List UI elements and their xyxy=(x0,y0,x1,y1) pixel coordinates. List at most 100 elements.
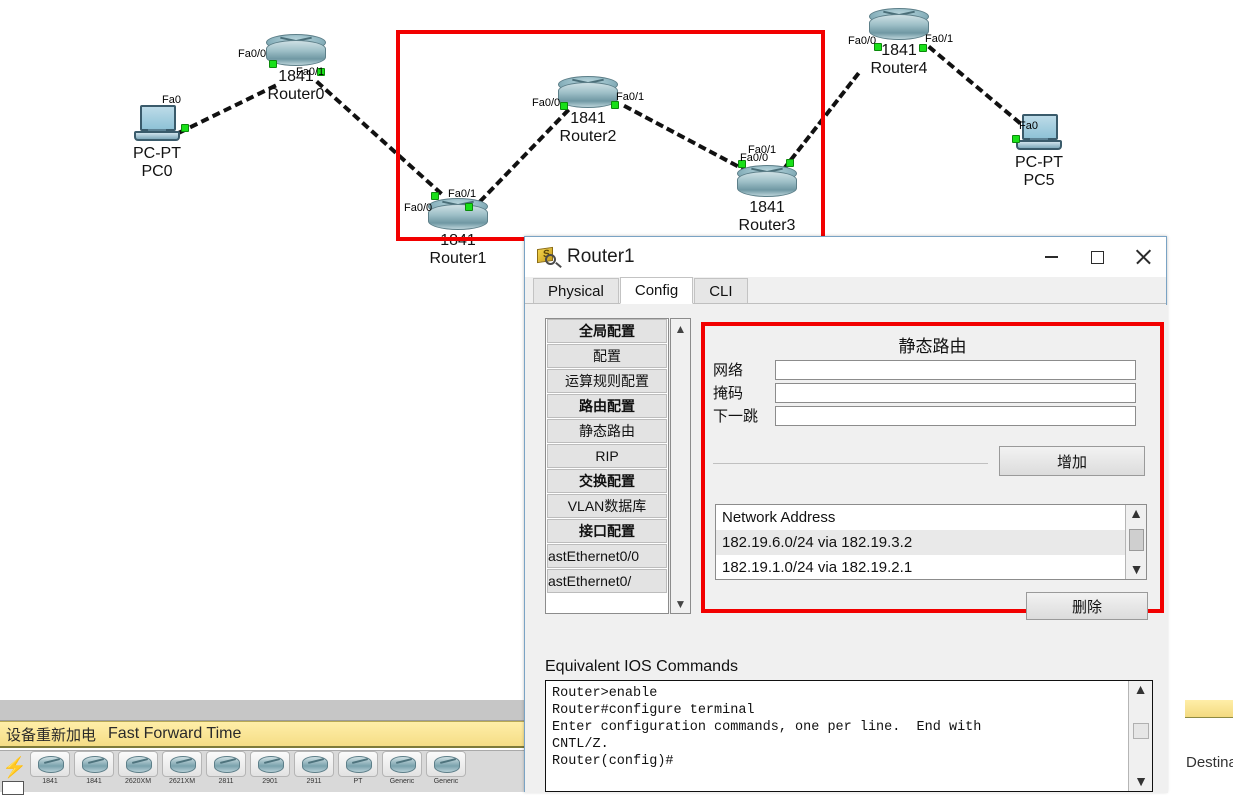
pc-icon xyxy=(134,105,180,145)
palette-item[interactable]: 2811 xyxy=(206,751,246,785)
tree-item-interface-config[interactable]: 接口配置 xyxy=(547,519,667,543)
port-dot-router0-fa00[interactable] xyxy=(269,60,277,68)
dialog-titlebar[interactable]: Router1 xyxy=(525,237,1166,277)
ios-commands-box[interactable]: Router>enable Router#configure terminal … xyxy=(545,680,1153,792)
tab-physical[interactable]: Physical xyxy=(533,278,619,303)
palette-item[interactable]: Generic xyxy=(426,751,466,785)
mask-label: 掩码 xyxy=(713,385,744,402)
network-label: 网络 xyxy=(713,362,744,379)
dialog-tabs[interactable]: Physical Config CLI xyxy=(525,277,1166,304)
scrollbar-thumb[interactable] xyxy=(1129,529,1144,551)
close-icon xyxy=(1135,249,1151,265)
lightning-icon[interactable] xyxy=(0,751,27,795)
divider xyxy=(713,463,988,464)
tree-item-vlan-database[interactable]: VLAN数据库 xyxy=(547,494,667,518)
network-input[interactable] xyxy=(775,359,1136,380)
device-model-pc0: PC-PT xyxy=(133,145,181,162)
palette-item[interactable]: Generic xyxy=(382,751,422,785)
palette-item[interactable]: PT xyxy=(338,751,378,785)
route-list-scrollbar[interactable]: ▲ ▼ xyxy=(1125,505,1146,579)
ios-commands-label: Equivalent IOS Commands xyxy=(545,658,738,675)
device-name-router0: Router0 xyxy=(267,86,325,103)
tooltip-text-cn: 设备重新加电 xyxy=(6,726,97,744)
route-list[interactable]: Network Address 182.19.6.0/24 via 182.19… xyxy=(715,504,1147,580)
maximize-button[interactable] xyxy=(1074,237,1120,277)
close-button[interactable] xyxy=(1120,237,1166,277)
port-dot-pc5-fa0[interactable] xyxy=(1012,135,1020,143)
device-name-router4: Router4 xyxy=(870,60,928,77)
packet-tracer-icon xyxy=(535,246,559,268)
tree-item-rip[interactable]: RIP xyxy=(547,444,667,468)
device-name-router1: Router1 xyxy=(429,250,487,267)
port-label-router0-fa01: Fa0/1 xyxy=(296,66,325,78)
tree-item-static-route[interactable]: 静态路由 xyxy=(547,419,667,443)
chevron-down-icon[interactable]: ▼ xyxy=(671,594,690,613)
palette-item[interactable]: 2901 xyxy=(250,751,290,785)
palette-item[interactable]: 2621XM xyxy=(162,751,202,785)
router-icon xyxy=(869,8,929,42)
topology-highlight-box xyxy=(396,30,825,241)
ios-scrollbar[interactable]: ▲ ▼ xyxy=(1128,681,1152,791)
destination-column-header: Destina xyxy=(1186,722,1233,792)
config-tree-scrollbar[interactable]: ▲ ▼ xyxy=(670,318,691,614)
palette-item[interactable]: 1841 xyxy=(30,751,70,785)
router-icon xyxy=(382,751,422,777)
tree-item-fastethernet0-0[interactable]: astEthernet0/0 xyxy=(547,544,667,568)
port-label-pc0-fa0: Fa0 xyxy=(162,94,181,106)
chevron-down-icon[interactable]: ▼ xyxy=(1126,561,1146,577)
palette-item[interactable]: 1841 xyxy=(74,751,114,785)
palette-items[interactable]: 1841 1841 2620XM 2621XM 2811 2901 2911 P… xyxy=(26,751,466,785)
tree-item-settings[interactable]: 配置 xyxy=(547,344,667,368)
palette-item-label: Generic xyxy=(389,778,415,785)
port-dot-pc0-fa0[interactable] xyxy=(181,124,189,132)
tree-item-routing-config[interactable]: 路由配置 xyxy=(547,394,667,418)
static-route-panel: 静态路由 网络 掩码 下一跳 增加 Network Address 182.19… xyxy=(701,322,1164,613)
router-icon xyxy=(30,751,70,777)
tab-config[interactable]: Config xyxy=(619,277,694,304)
tree-item-fastethernet0-1[interactable]: astEthernet0/ xyxy=(547,569,667,593)
device-name-pc5: PC5 xyxy=(1023,172,1055,189)
device-pc0[interactable]: PC-PT PC0 xyxy=(130,105,184,181)
next-hop-input[interactable] xyxy=(775,405,1136,426)
port-label-router4-fa01: Fa0/1 xyxy=(925,33,954,45)
mask-input[interactable] xyxy=(775,382,1136,403)
dialog-title: Router1 xyxy=(567,246,635,267)
port-label-router0-fa00: Fa0/0 xyxy=(238,48,267,60)
maximize-icon xyxy=(1090,250,1104,264)
add-route-button[interactable]: 增加 xyxy=(999,446,1145,476)
router-icon xyxy=(206,751,246,777)
chevron-up-icon[interactable]: ▲ xyxy=(1126,505,1146,521)
minimize-button[interactable] xyxy=(1028,237,1074,277)
static-route-title: 静态路由 xyxy=(898,337,967,356)
device-model-pc5: PC-PT xyxy=(1015,154,1063,171)
ios-commands-text: Router>enable Router#configure terminal … xyxy=(552,686,982,769)
tree-item-switch-config[interactable]: 交换配置 xyxy=(547,469,667,493)
palette-item-label: 1841 xyxy=(86,778,102,785)
palette-item[interactable]: 2620XM xyxy=(118,751,158,785)
port-dot-router4-fa01[interactable] xyxy=(919,44,927,52)
router-icon xyxy=(426,751,466,777)
palette-item-label: Generic xyxy=(433,778,459,785)
minimize-icon xyxy=(1044,256,1058,258)
chevron-down-icon[interactable]: ▼ xyxy=(1129,773,1152,789)
route-list-item[interactable]: 182.19.6.0/24 via 182.19.3.2 xyxy=(716,530,1146,555)
route-list-item[interactable]: 182.19.1.0/24 via 182.19.2.1 xyxy=(716,555,1146,579)
chevron-up-icon[interactable]: ▲ xyxy=(671,319,690,338)
tab-cli[interactable]: CLI xyxy=(694,278,748,303)
status-tooltip: 设备重新加电 Fast Forward Time xyxy=(0,721,527,748)
chevron-up-icon[interactable]: ▲ xyxy=(1129,681,1152,697)
next-hop-label: 下一跳 xyxy=(713,408,759,425)
port-label-router4-fa00: Fa0/0 xyxy=(848,35,877,47)
palette-item-label: 1841 xyxy=(42,778,58,785)
palette-item[interactable]: 2911 xyxy=(294,751,334,785)
link-pc0-router0[interactable] xyxy=(178,83,277,135)
scrollbar-thumb[interactable] xyxy=(1133,723,1149,739)
palette-item-label: 2621XM xyxy=(168,778,196,785)
config-tree[interactable]: 全局配置 配置 运算规则配置 路由配置 静态路由 RIP 交换配置 VLAN数据… xyxy=(545,318,669,614)
router-icon xyxy=(294,751,334,777)
toolbar-divider xyxy=(0,700,527,721)
device-palette[interactable]: 1841 1841 2620XM 2621XM 2811 2901 2911 P… xyxy=(0,750,527,795)
remove-route-button[interactable]: 删除 xyxy=(1026,592,1148,620)
tree-item-algorithm[interactable]: 运算规则配置 xyxy=(547,369,667,393)
tree-item-global-config[interactable]: 全局配置 xyxy=(547,319,667,343)
